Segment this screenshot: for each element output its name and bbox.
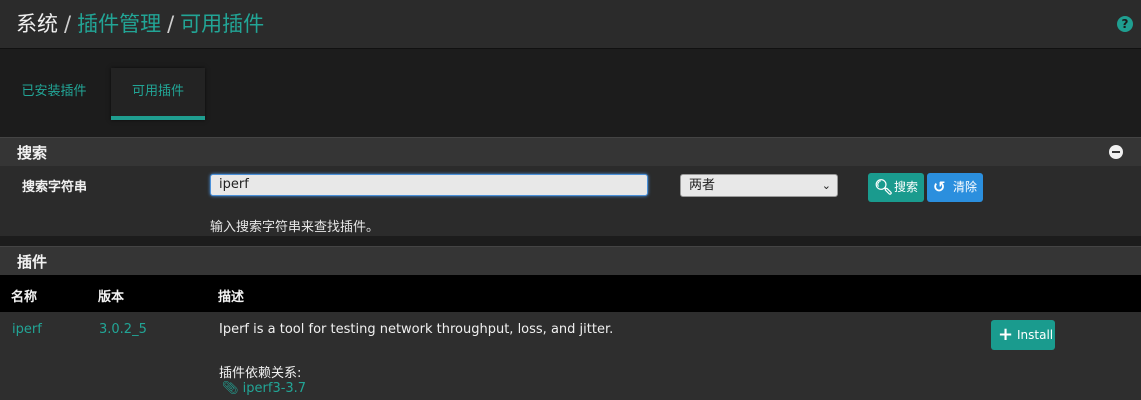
search-help-text: 输入搜索字符串来查找插件。: [210, 220, 380, 235]
dependency-link[interactable]: 📎︎ iperf3-3.7: [222, 381, 306, 396]
undo-icon: ↺: [933, 178, 946, 196]
install-button-label: Install: [1017, 328, 1054, 342]
package-description: Iperf is a tool for testing network thro…: [219, 322, 614, 337]
install-button[interactable]: + Install: [991, 320, 1055, 350]
search-panel-title: 搜索: [17, 144, 48, 162]
table-row: iperf 3.0.2_5 Iperf is a tool for testin…: [0, 312, 1141, 400]
search-scope-select[interactable]: 两者 ⌄: [680, 174, 838, 197]
table-header: 名称 版本 描述: [0, 275, 1141, 313]
dependencies-label: 插件依赖关系:: [219, 366, 302, 381]
breadcrumb-system: 系统: [16, 12, 58, 36]
dependency-name: iperf3-3.7: [242, 381, 307, 396]
page-header: 系统 / 插件管理 / 可用插件 ?: [0, 0, 1141, 49]
search-button-label: 搜索: [894, 180, 919, 194]
breadcrumb-package-manager[interactable]: 插件管理: [77, 12, 161, 36]
search-string-label: 搜索字符串: [22, 180, 88, 195]
packages-panel-header: 插件: [0, 246, 1141, 276]
tab-installed-packages[interactable]: 已安装插件: [8, 68, 100, 116]
clear-button[interactable]: ↺ 清除: [927, 173, 983, 202]
question-circle-icon[interactable]: ?: [1117, 16, 1133, 32]
clear-button-label: 清除: [953, 180, 978, 194]
packages-panel-title: 插件: [17, 253, 48, 271]
breadcrumb: 系统 / 插件管理 / 可用插件: [16, 12, 265, 36]
package-name-link[interactable]: iperf: [12, 322, 42, 337]
tab-available-packages[interactable]: 可用插件: [111, 68, 205, 120]
column-description: 描述: [218, 290, 245, 305]
search-scope-value: 两者: [689, 178, 716, 193]
search-input[interactable]: iperf: [210, 174, 648, 196]
search-icon: 🔍︎: [874, 178, 894, 196]
chevron-down-icon: ⌄: [821, 179, 831, 192]
minus-circle-icon[interactable]: [1109, 145, 1123, 159]
search-panel-header: 搜索: [0, 137, 1141, 167]
tab-bar: 已安装插件 可用插件: [0, 68, 1141, 120]
package-version-link[interactable]: 3.0.2_5: [99, 322, 147, 337]
column-name: 名称: [11, 290, 38, 305]
paperclip-icon: 📎︎: [222, 381, 239, 396]
search-panel-body: 搜索字符串 iperf 两者 ⌄ 🔍︎ 搜索 ↺ 清除 输入搜索字符串来查找插件…: [0, 166, 1141, 236]
column-version: 版本: [98, 290, 125, 305]
plus-icon: +: [998, 324, 1014, 345]
breadcrumb-available-packages[interactable]: 可用插件: [180, 12, 264, 36]
search-button[interactable]: 🔍︎ 搜索: [868, 173, 924, 202]
